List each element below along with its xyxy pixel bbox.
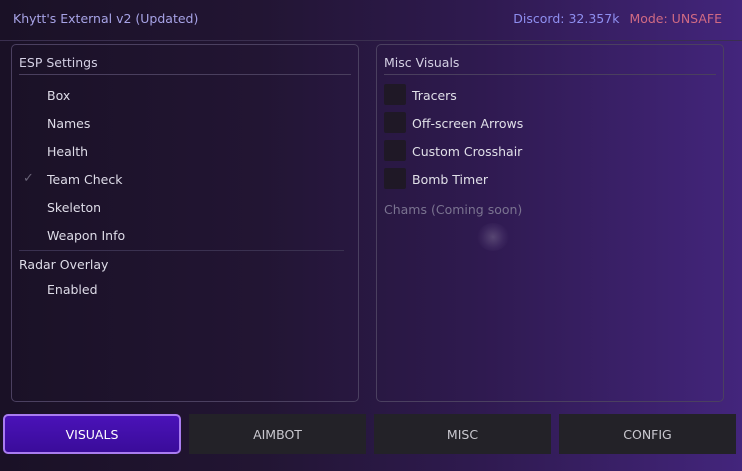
- tab-label: VISUALS: [65, 426, 119, 442]
- esp-option-label: Box: [47, 88, 71, 103]
- bomb-timer-checkbox[interactable]: [384, 168, 406, 189]
- status-area: Discord: 32.357k Mode: UNSAFE: [513, 11, 722, 26]
- tab-config[interactable]: CONFIG: [559, 414, 736, 454]
- mode-indicator: Mode: UNSAFE: [629, 11, 722, 26]
- tab-label: CONFIG: [623, 426, 672, 442]
- radar-divider: [19, 250, 344, 251]
- radar-option-label: Enabled: [47, 282, 98, 297]
- misc-visuals-panel: Misc Visuals Tracers Off-screen Arrows C…: [376, 44, 724, 402]
- misc-option-label: Off-screen Arrows: [412, 116, 524, 131]
- misc-visuals-title: Misc Visuals: [384, 55, 460, 70]
- discord-count: Discord: 32.357k: [513, 11, 620, 26]
- tab-aimbot[interactable]: AIMBOT: [189, 414, 366, 454]
- esp-settings-panel: ESP Settings Box Names Health ✓ Team Che…: [11, 44, 359, 402]
- tab-misc[interactable]: MISC: [374, 414, 551, 454]
- esp-option-label: Skeleton: [47, 200, 102, 215]
- loading-icon: [477, 223, 509, 251]
- tab-label: MISC: [446, 426, 479, 442]
- esp-option-label: Health: [47, 144, 89, 159]
- esp-option-label: Weapon Info: [47, 228, 126, 243]
- app-window: Khytt's External v2 (Updated) Discord: 3…: [0, 0, 742, 471]
- tracers-checkbox[interactable]: [384, 84, 406, 105]
- esp-settings-title: ESP Settings: [19, 55, 98, 70]
- tab-visuals[interactable]: VISUALS: [3, 414, 181, 454]
- esp-option-label: Team Check: [47, 172, 123, 187]
- misc-option-label: Bomb Timer: [412, 172, 489, 187]
- app-title: Khytt's External v2 (Updated): [13, 11, 199, 26]
- misc-option-label: Tracers: [412, 88, 457, 103]
- misc-option-label: Custom Crosshair: [412, 144, 523, 159]
- tab-label: AIMBOT: [253, 426, 302, 442]
- radar-overlay-title: Radar Overlay: [19, 257, 109, 272]
- offscreen-arrows-checkbox[interactable]: [384, 112, 406, 133]
- custom-crosshair-checkbox[interactable]: [384, 140, 406, 161]
- esp-option-label: Names: [47, 116, 91, 131]
- title-bar: Khytt's External v2 (Updated) Discord: 3…: [0, 0, 742, 41]
- checkmark-icon: ✓: [23, 171, 34, 186]
- misc-header-divider: [384, 74, 716, 75]
- esp-header-divider: [19, 74, 351, 75]
- chams-disabled-label: Chams (Coming soon): [384, 202, 523, 217]
